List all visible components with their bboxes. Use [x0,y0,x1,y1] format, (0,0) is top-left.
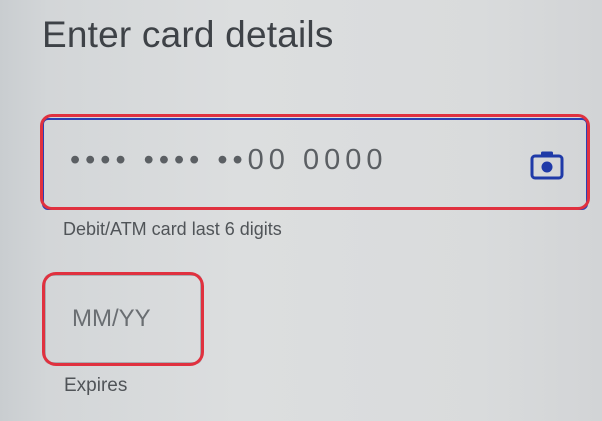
expiry-input[interactable] [46,276,200,362]
expiry-label: Expires [64,375,128,396]
page-title: Enter card details [42,14,334,55]
camera-icon[interactable] [530,150,564,180]
card-number-value[interactable]: •••• •••• ••00 0000 [70,144,387,177]
expiry-field[interactable] [44,274,202,364]
screen: Enter card details •••• •••• ••00 0000 D… [0,0,602,421]
card-number-helper: Debit/ATM card last 6 digits [63,219,282,239]
card-number-field[interactable]: •••• •••• ••00 0000 [42,118,588,210]
